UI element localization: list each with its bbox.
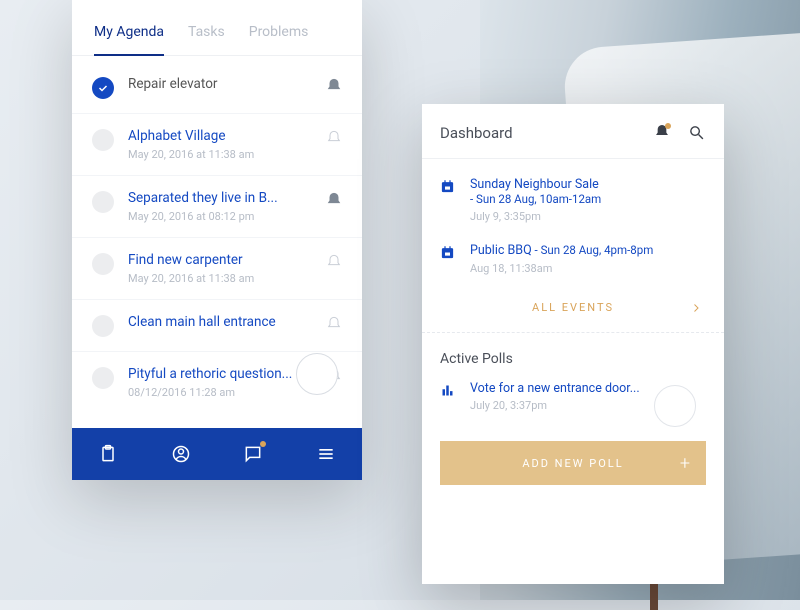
dashboard-title: Dashboard — [440, 124, 638, 142]
agenda-panel: My Agenda Tasks Problems Repair elevator… — [72, 0, 362, 480]
search-icon[interactable] — [688, 124, 706, 142]
bell-icon[interactable] — [326, 316, 342, 332]
tab-my-agenda[interactable]: My Agenda — [94, 24, 164, 56]
agenda-time: May 20, 2016 at 11:38 am — [128, 272, 318, 285]
notification-dot — [665, 123, 671, 129]
notifications-icon[interactable] — [654, 124, 672, 142]
plus-icon: + — [680, 453, 692, 474]
calendar-icon — [440, 245, 456, 261]
agenda-title: Clean main hall entrance — [128, 314, 318, 330]
event-item[interactable]: Sunday Neighbour Sale - Sun 28 Aug, 10am… — [422, 167, 724, 233]
event-title: Public BBQ — [470, 243, 532, 258]
event-title: Sunday Neighbour Sale — [470, 177, 706, 192]
event-body: Public BBQ - Sun 28 Aug, 4pm-8pm Aug 18,… — [470, 243, 706, 275]
bell-icon[interactable] — [326, 78, 342, 94]
event-subtitle: - Sun 28 Aug, 4pm-8pm — [532, 243, 654, 257]
poll-title: Vote for a new entrance door... — [470, 381, 654, 396]
event-item[interactable]: Public BBQ - Sun 28 Aug, 4pm-8pm Aug 18,… — [422, 233, 724, 285]
agenda-item[interactable]: Alphabet Village May 20, 2016 at 11:38 a… — [72, 114, 362, 176]
poll-icon — [440, 383, 456, 399]
check-empty-icon[interactable] — [92, 315, 114, 337]
polls-heading: Active Polls — [440, 351, 706, 367]
poll-body: Vote for a new entrance door... July 20,… — [470, 381, 654, 427]
check-empty-icon[interactable] — [92, 253, 114, 275]
agenda-item[interactable]: Clean main hall entrance — [72, 300, 362, 352]
bottom-nav — [72, 428, 362, 480]
agenda-body: Pityful a rethoric question... 08/12/201… — [128, 366, 318, 399]
check-done-icon[interactable] — [92, 77, 114, 99]
agenda-title: Pityful a rethoric question... — [128, 366, 318, 382]
poll-time: July 20, 3:37pm — [470, 399, 654, 412]
agenda-item[interactable]: Repair elevator — [72, 62, 362, 114]
bell-icon[interactable] — [326, 130, 342, 146]
agenda-body: Find new carpenter May 20, 2016 at 11:38… — [128, 252, 318, 285]
all-events-label: ALL EVENTS — [532, 301, 614, 314]
agenda-body: Clean main hall entrance — [128, 314, 318, 330]
dashboard-header: Dashboard — [422, 104, 724, 159]
tab-problems[interactable]: Problems — [249, 24, 309, 55]
polls-section: Active Polls Vote for a new entrance doo… — [422, 333, 724, 427]
poll-progress-circle — [654, 385, 696, 427]
agenda-title: Alphabet Village — [128, 128, 318, 144]
notification-dot — [260, 441, 266, 447]
agenda-time: 08/12/2016 11:28 am — [128, 386, 318, 399]
event-posted: Aug 18, 11:38am — [470, 262, 706, 275]
add-poll-button[interactable]: ADD NEW POLL + — [440, 441, 706, 485]
nav-menu-icon[interactable] — [315, 443, 337, 465]
bell-icon[interactable] — [326, 254, 342, 270]
agenda-title: Find new carpenter — [128, 252, 318, 268]
poll-item[interactable]: Vote for a new entrance door... July 20,… — [440, 381, 706, 427]
agenda-item[interactable]: Separated they live in B... May 20, 2016… — [72, 176, 362, 238]
bell-icon[interactable] — [326, 192, 342, 208]
agenda-body: Alphabet Village May 20, 2016 at 11:38 a… — [128, 128, 318, 161]
add-poll-label: ADD NEW POLL — [522, 457, 623, 470]
check-empty-icon[interactable] — [92, 191, 114, 213]
all-events-link[interactable]: ALL EVENTS — [422, 285, 724, 333]
agenda-body: Separated they live in B... May 20, 2016… — [128, 190, 318, 223]
agenda-time: May 20, 2016 at 08:12 pm — [128, 210, 318, 223]
calendar-icon — [440, 179, 456, 195]
dashboard-panel: Dashboard Sunday Neighbour Sale - Sun 28… — [422, 104, 724, 584]
nav-profile-icon[interactable] — [170, 443, 192, 465]
check-empty-icon[interactable] — [92, 367, 114, 389]
nav-clipboard-icon[interactable] — [97, 443, 119, 465]
agenda-time: May 20, 2016 at 11:38 am — [128, 148, 318, 161]
tab-tasks[interactable]: Tasks — [188, 24, 225, 55]
chevron-right-icon — [690, 302, 702, 314]
agenda-body: Repair elevator — [128, 76, 318, 92]
agenda-title: Repair elevator — [128, 76, 318, 92]
agenda-tabs: My Agenda Tasks Problems — [72, 0, 362, 56]
check-empty-icon[interactable] — [92, 129, 114, 151]
agenda-title: Separated they live in B... — [128, 190, 318, 206]
floating-action-button[interactable] — [296, 353, 338, 395]
event-body: Sunday Neighbour Sale - Sun 28 Aug, 10am… — [470, 177, 706, 223]
event-posted: July 9, 3:35pm — [470, 210, 706, 223]
events-list: Sunday Neighbour Sale - Sun 28 Aug, 10am… — [422, 159, 724, 285]
agenda-item[interactable]: Find new carpenter May 20, 2016 at 11:38… — [72, 238, 362, 300]
nav-chat-icon[interactable] — [242, 443, 264, 465]
event-subtitle: - Sun 28 Aug, 10am-12am — [470, 192, 706, 206]
